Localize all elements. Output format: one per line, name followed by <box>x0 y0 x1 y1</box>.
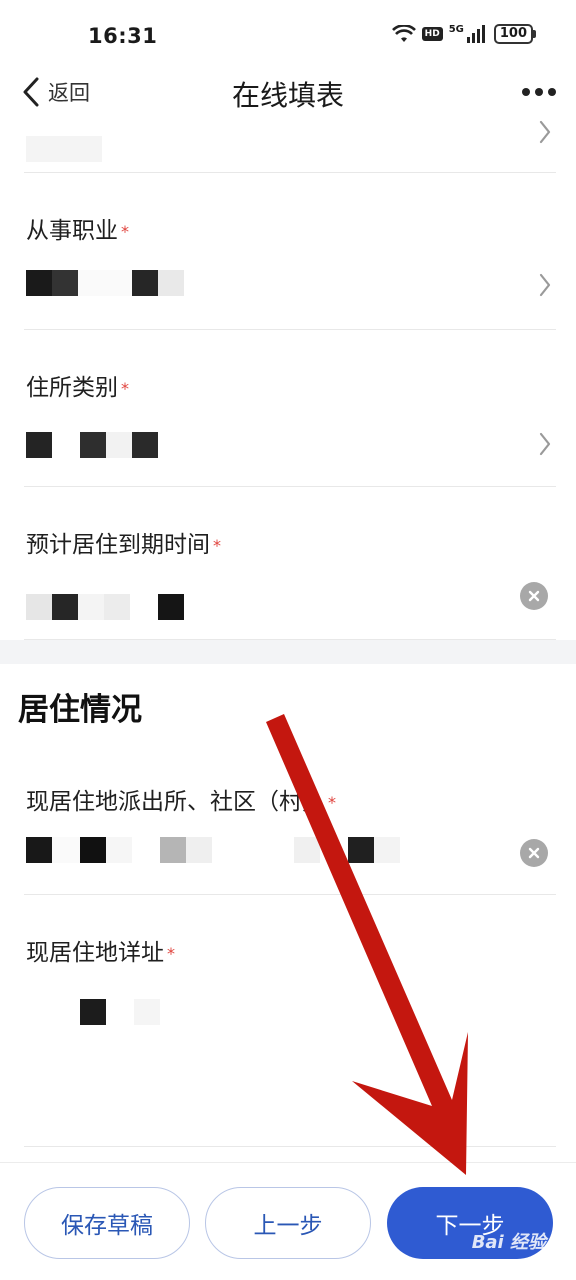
required-marker: * <box>213 536 221 555</box>
more-dot-icon <box>535 88 543 96</box>
expected-expiry-value-masked <box>26 594 184 620</box>
battery-level: 100 <box>493 24 533 44</box>
clear-button[interactable] <box>520 582 548 610</box>
form-row-address[interactable]: 现居住地详址 * <box>24 895 556 1147</box>
more-menu-button[interactable] <box>522 88 556 96</box>
signal-icon <box>466 25 485 43</box>
occupation-value-masked <box>26 270 184 296</box>
previous-step-button[interactable]: 上一步 <box>205 1187 371 1259</box>
chevron-right-icon <box>539 120 551 144</box>
required-marker: * <box>121 379 129 398</box>
footer-actions: 保存草稿 上一步 下一步 <box>0 1162 576 1280</box>
more-dot-icon <box>548 88 556 96</box>
status-time: 16:31 <box>88 24 158 48</box>
section-title: 居住情况 <box>18 692 142 728</box>
occupation-label: 从事职业 <box>26 218 118 244</box>
more-dot-icon <box>522 88 530 96</box>
page-title: 在线填表 <box>231 79 344 112</box>
address-label: 现居住地详址 <box>26 940 164 966</box>
save-draft-button[interactable]: 保存草稿 <box>24 1187 190 1259</box>
police-station-label: 现居住地派出所、社区（村） <box>26 789 325 815</box>
police-station-value-masked <box>26 837 400 863</box>
clear-button[interactable] <box>520 839 548 867</box>
chevron-right-icon <box>539 432 551 456</box>
network-label: 5G <box>448 24 464 35</box>
chevron-right-icon <box>539 273 551 297</box>
form-row-expected-expiry[interactable]: 预计居住到期时间 * <box>24 487 556 640</box>
address-value-masked <box>80 999 160 1025</box>
watermark: Bai 经验 <box>471 1232 546 1253</box>
required-marker: * <box>328 793 336 812</box>
form-row-residence-type[interactable]: 住所类别 * <box>24 330 556 487</box>
status-icons: HD 5G 100 <box>391 24 536 44</box>
close-icon <box>528 590 540 602</box>
masked-value <box>26 136 102 162</box>
form-row-previous[interactable] <box>24 120 556 173</box>
wifi-icon <box>391 25 416 42</box>
hd-badge: HD <box>421 27 443 41</box>
required-marker: * <box>121 222 129 241</box>
close-icon <box>528 847 540 859</box>
residence-type-label: 住所类别 <box>26 375 118 401</box>
form-row-police-station[interactable]: 现居住地派出所、社区（村） * <box>24 740 556 895</box>
battery-icon: 100 <box>493 24 536 44</box>
residence-type-value-masked <box>26 432 158 458</box>
section-divider <box>0 640 576 664</box>
nav-bar: 返回 在线填表 <box>0 60 576 126</box>
form-row-occupation[interactable]: 从事职业 * <box>24 173 556 330</box>
required-marker: * <box>167 944 175 963</box>
expected-expiry-label: 预计居住到期时间 <box>26 532 210 558</box>
